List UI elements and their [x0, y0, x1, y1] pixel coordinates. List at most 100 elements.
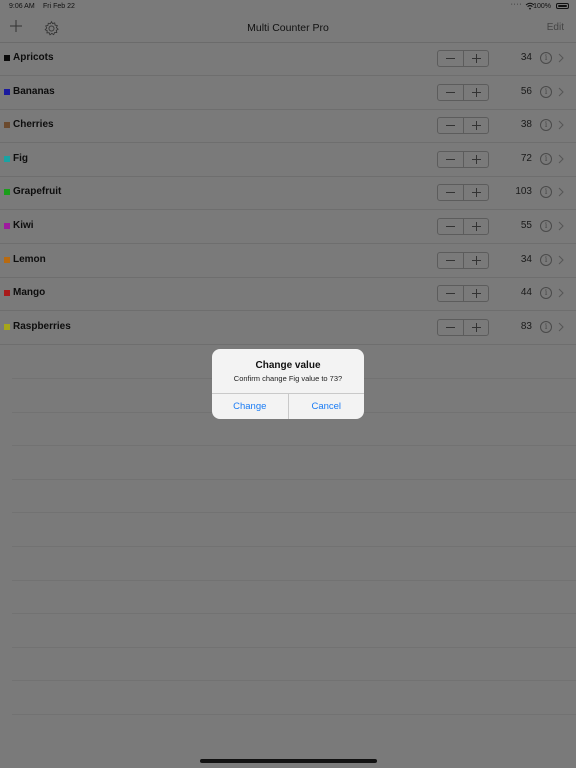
info-icon[interactable]: i: [540, 152, 552, 165]
info-icon[interactable]: i: [540, 287, 552, 300]
decrement-button[interactable]: [438, 185, 464, 201]
chevron-right-icon[interactable]: [558, 322, 564, 332]
alert-button-bar: Change Cancel: [212, 393, 364, 419]
counter-row-apricots[interactable]: Apricots 34 i: [0, 42, 576, 76]
cancel-button[interactable]: Cancel: [289, 394, 365, 419]
status-date: Fri Feb 22: [43, 3, 75, 10]
chevron-right-icon[interactable]: [558, 120, 564, 130]
info-icon[interactable]: i: [540, 85, 552, 98]
counter-name: Lemon: [13, 253, 46, 265]
empty-row-separator: [12, 714, 576, 715]
empty-row-separator: [12, 512, 576, 514]
decrement-button[interactable]: [438, 219, 464, 234]
increment-button[interactable]: [464, 219, 489, 234]
counter-name: Mango: [13, 287, 46, 299]
empty-row-separator: [12, 613, 576, 615]
status-bar: 9:06 AM Fri Feb 22 ···· 100%: [0, 0, 576, 14]
chevron-right-icon[interactable]: [558, 87, 564, 97]
chevron-right-icon[interactable]: [558, 53, 564, 63]
info-icon[interactable]: i: [540, 220, 552, 232]
edit-button[interactable]: Edit: [547, 22, 564, 33]
color-swatch: [4, 88, 10, 95]
counter-stepper: [437, 318, 489, 336]
color-swatch: [4, 55, 10, 61]
decrement-button[interactable]: [438, 118, 464, 134]
color-swatch: [4, 323, 10, 330]
info-icon[interactable]: i: [540, 52, 552, 64]
decrement-button[interactable]: [438, 319, 464, 335]
alert-title: Change value: [255, 360, 321, 371]
counter-row-grapefruit[interactable]: Grapefruit 103 i: [0, 176, 576, 211]
battery-percent: 100%: [533, 3, 551, 10]
empty-row-separator: [12, 646, 576, 648]
counter-value: 103: [515, 186, 532, 198]
counter-value: 38: [520, 119, 532, 131]
counter-stepper: [437, 83, 489, 101]
change-value-alert: Change value Confirm change Fig value to…: [212, 349, 364, 419]
counter-value: 83: [520, 320, 532, 332]
counter-name: Cherries: [13, 119, 54, 131]
increment-button[interactable]: [464, 185, 489, 200]
increment-button[interactable]: [464, 85, 489, 100]
chevron-right-icon[interactable]: [558, 154, 564, 164]
increment-button[interactable]: [464, 286, 489, 301]
chevron-right-icon[interactable]: [558, 255, 564, 265]
counter-stepper: [437, 251, 489, 269]
color-swatch: [4, 155, 10, 162]
color-swatch: [4, 122, 10, 129]
page-title: Multi Counter Pro: [247, 22, 329, 34]
counter-name: Bananas: [13, 85, 55, 97]
empty-row-separator: [12, 546, 576, 547]
counter-value: 56: [520, 85, 532, 97]
info-icon[interactable]: i: [540, 253, 552, 266]
chevron-right-icon[interactable]: [558, 187, 564, 197]
info-icon[interactable]: i: [540, 320, 552, 333]
color-swatch: [4, 223, 10, 229]
counter-name: Raspberries: [13, 320, 71, 332]
counter-stepper: [437, 150, 489, 168]
color-swatch: [4, 290, 10, 297]
change-button[interactable]: Change: [212, 394, 289, 419]
counter-name: Fig: [13, 152, 28, 164]
counter-row-bananas[interactable]: Bananas 56 i: [0, 76, 576, 110]
counter-row-cherries[interactable]: Cherries 38 i: [0, 109, 576, 144]
counter-value: 55: [520, 220, 532, 231]
increment-button[interactable]: [464, 152, 489, 167]
info-icon[interactable]: i: [540, 186, 552, 199]
counter-row-raspberries[interactable]: Raspberries 83 i: [0, 311, 576, 345]
decrement-button[interactable]: [438, 252, 464, 268]
chevron-right-icon[interactable]: [558, 288, 564, 298]
counter-value: 44: [520, 287, 532, 299]
battery-icon: [556, 3, 569, 9]
decrement-button[interactable]: [438, 151, 464, 167]
decrement-button[interactable]: [438, 84, 464, 100]
color-swatch: [4, 189, 10, 196]
empty-row-separator: [12, 579, 576, 581]
chevron-right-icon[interactable]: [558, 221, 564, 231]
counter-row-fig[interactable]: Fig 72 i: [0, 143, 576, 177]
empty-row-separator: [12, 478, 576, 480]
counter-stepper: [437, 50, 489, 67]
counter-stepper: [437, 218, 489, 235]
counter-value: 34: [520, 52, 532, 63]
increment-button[interactable]: [464, 118, 489, 133]
counter-value: 34: [520, 253, 532, 265]
color-swatch: [4, 256, 10, 263]
signal-dots-icon: ····: [510, 1, 522, 8]
counter-row-mango[interactable]: Mango 44 i: [0, 277, 576, 312]
counter-stepper: [437, 184, 489, 202]
counter-row-kiwi[interactable]: Kiwi 55 i: [0, 210, 576, 244]
decrement-button[interactable]: [438, 286, 464, 302]
decrement-button[interactable]: [438, 51, 464, 66]
navigation-bar: Multi Counter Pro Edit: [0, 14, 576, 43]
counter-row-lemon[interactable]: Lemon 34 i: [0, 244, 576, 278]
alert-message: Confirm change Fig value to 73?: [233, 374, 343, 383]
increment-button[interactable]: [464, 253, 489, 268]
counter-name: Kiwi: [13, 220, 34, 231]
increment-button[interactable]: [464, 320, 489, 335]
counter-stepper: [437, 285, 489, 303]
info-icon[interactable]: i: [540, 119, 552, 132]
home-indicator: [200, 759, 377, 763]
increment-button[interactable]: [464, 51, 489, 66]
status-time: 9:06 AM: [9, 3, 35, 10]
